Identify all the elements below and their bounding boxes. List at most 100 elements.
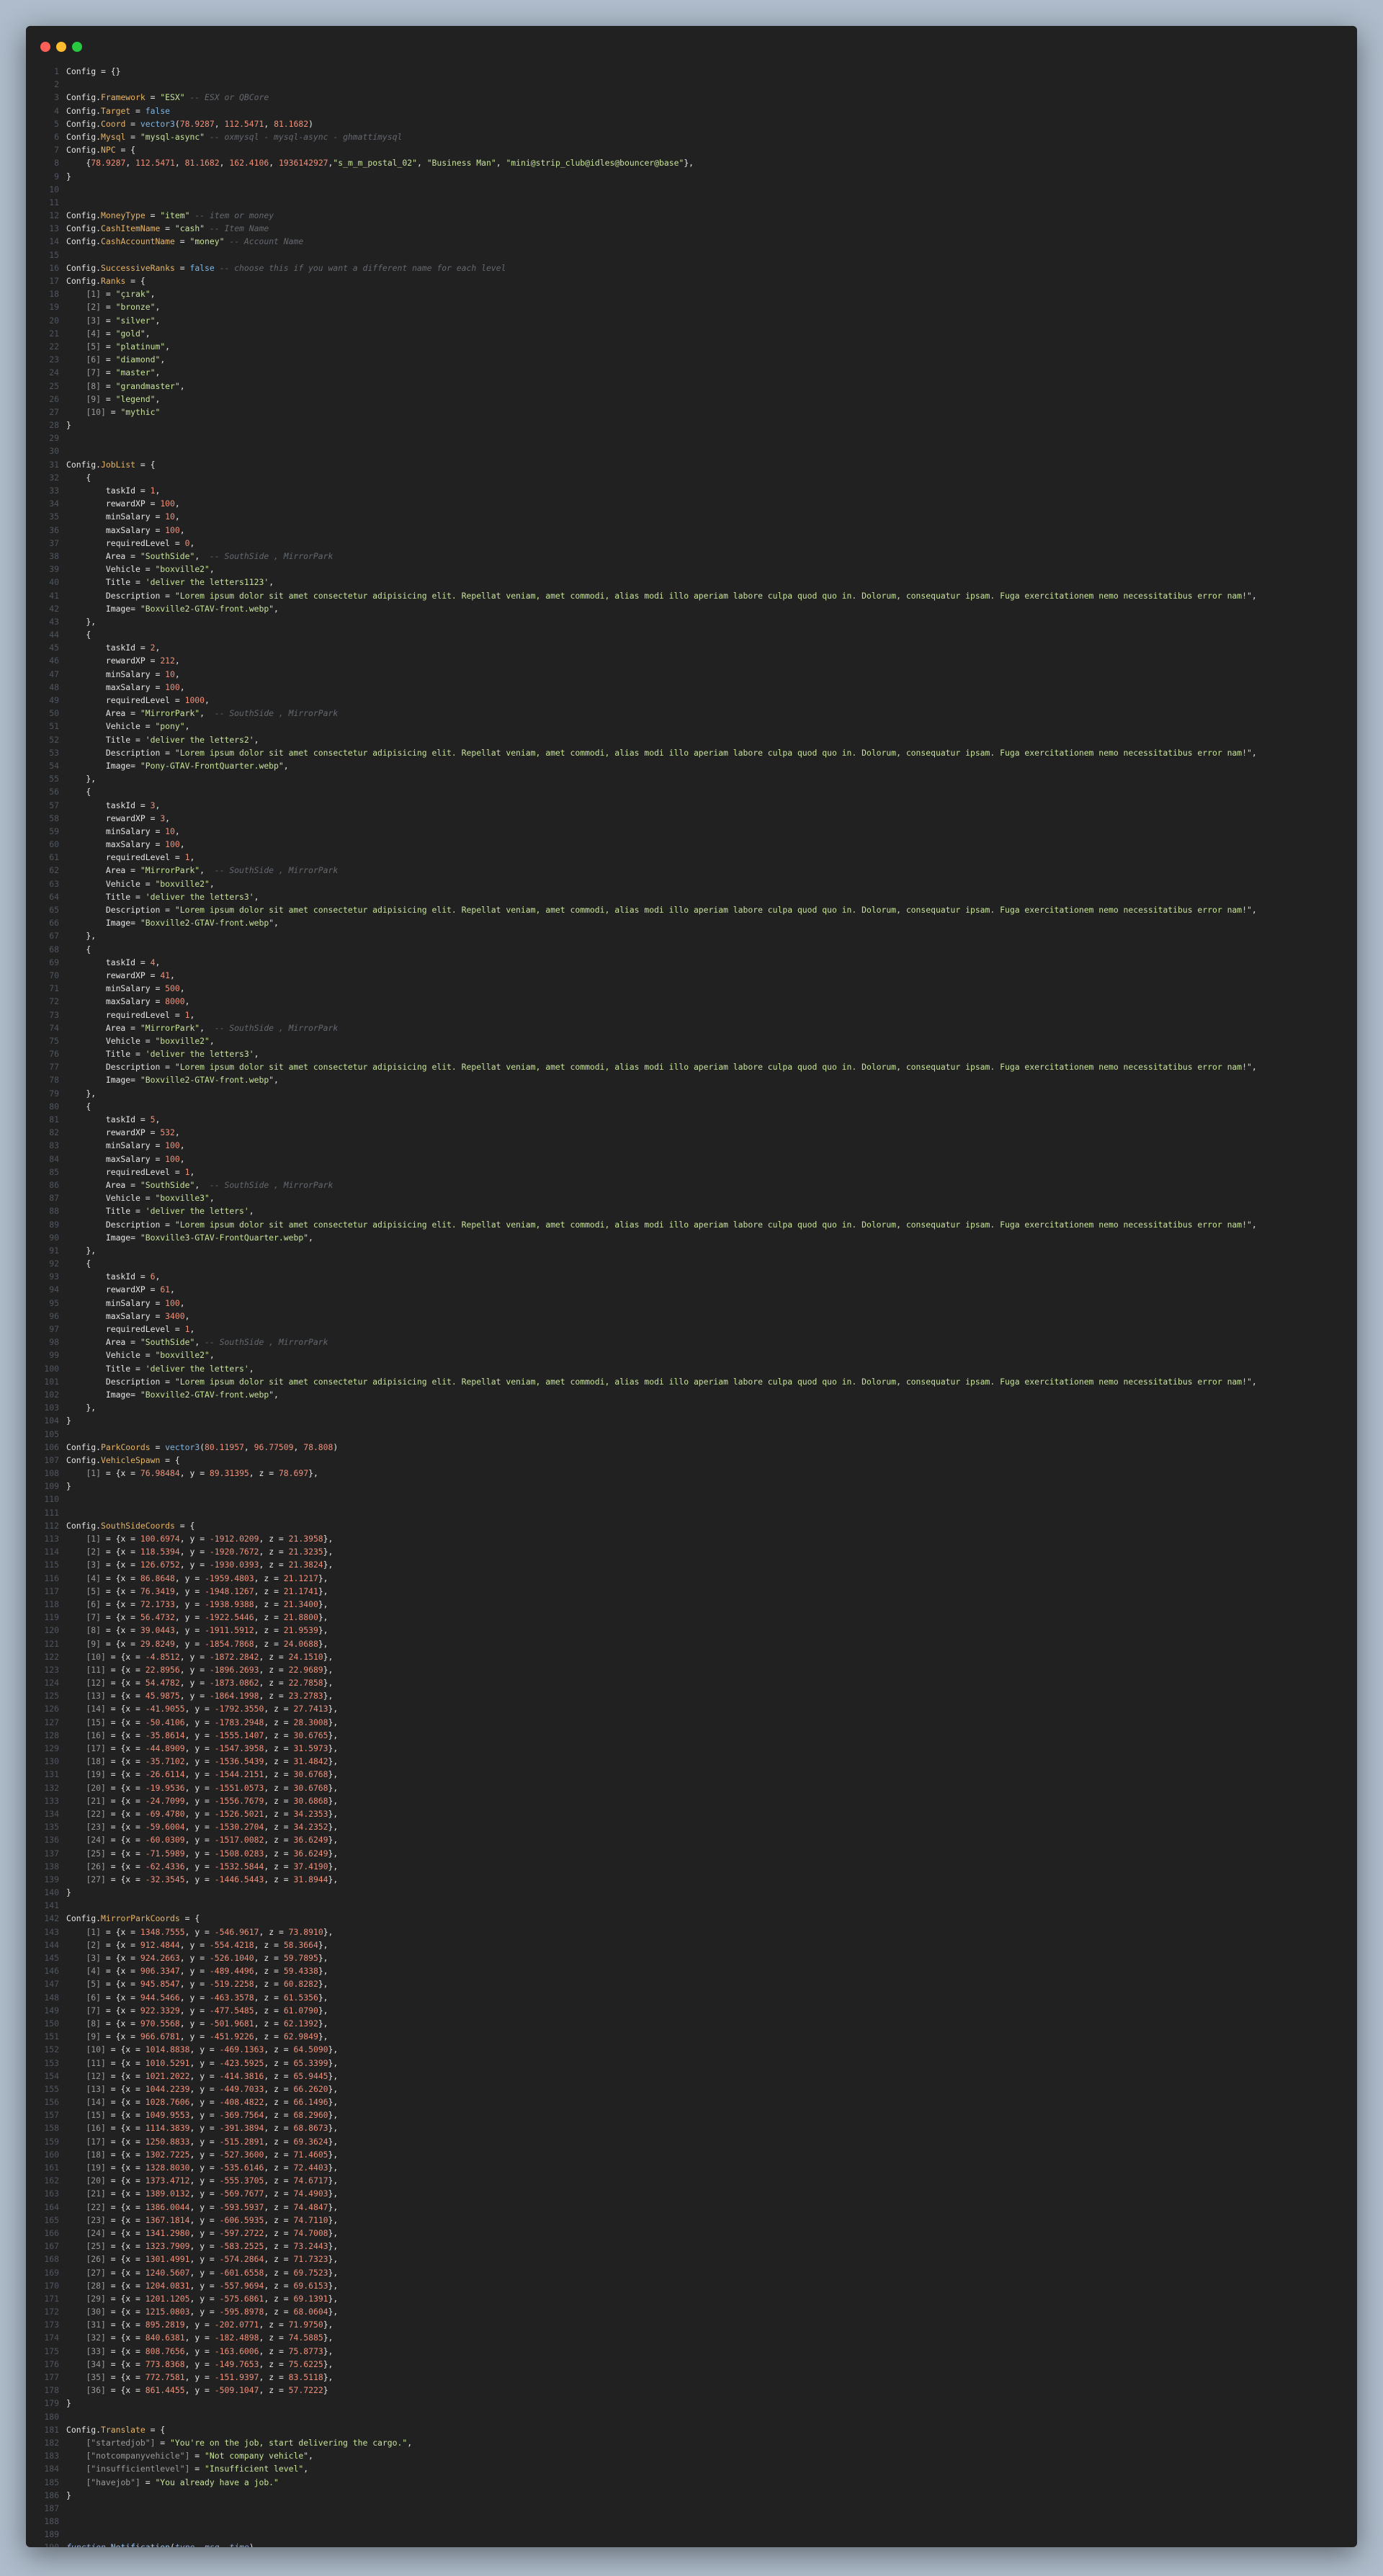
code-token: Mysql: [101, 131, 126, 142]
code-token: "boxville2": [155, 1350, 210, 1361]
code-token: , y =: [189, 2214, 220, 2225]
line-number: 91: [49, 1245, 59, 1256]
code-line: 145 [3] = {x = 924.2663, y = -526.1040, …: [26, 1951, 1357, 1964]
code-line: 104}: [26, 1414, 1357, 1427]
code-token: 1301.4991: [145, 2254, 190, 2265]
code-token: [22]: [86, 2201, 106, 2212]
line-number: 125: [44, 1691, 59, 1701]
code-token: ,: [155, 643, 161, 653]
code-token: -1920.7672: [209, 1547, 259, 1557]
code-token: "boxville2": [155, 1035, 210, 1046]
code-token: 922.3329: [140, 2005, 180, 2016]
code-text: minSalary = 10,: [66, 669, 180, 679]
line-number: 99: [49, 1350, 59, 1361]
code-line: 6 Config.Mysql = "mysql-async" -- oxmysql…: [26, 130, 1357, 143]
code-token: -597.2722: [219, 2227, 264, 2238]
code-text: [1] = {x = 1348.7555, y = -546.9617, z =…: [66, 1927, 333, 1937]
code-token: [18]: [86, 2149, 106, 2160]
code-token: -50.4106: [145, 1717, 185, 1727]
code-text: Config.CashItemName = "cash" -- Item Nam…: [66, 223, 269, 233]
code-line: 12 Config.MoneyType = "item" -- item or m…: [26, 209, 1357, 222]
code-text: [6] = {x = 72.1733, y = -1938.9388, z = …: [66, 1599, 328, 1609]
code-token: , z =: [264, 2057, 294, 2068]
code-token: [2]: [86, 302, 102, 313]
code-token: -583.2525: [219, 2241, 264, 2252]
code-token: -- SouthSide , MirrorPark: [200, 550, 334, 561]
code-token: -526.1040: [209, 1953, 254, 1963]
code-text: {: [66, 1101, 91, 1112]
code-token: },: [328, 2136, 339, 2147]
code-token: },: [328, 1769, 339, 1780]
maximize-button[interactable]: [72, 42, 82, 52]
code-line: 137 [25] = {x = -71.5989, y = -1508.0283…: [26, 1847, 1357, 1860]
code-token: 45.9875: [145, 1691, 180, 1701]
code-line: 85 requiredLevel = 1,: [26, 1166, 1357, 1179]
code-line: 162 [20] = {x = 1373.4712, y = -555.3705…: [26, 2174, 1357, 2187]
code-token: , y =: [189, 2293, 220, 2304]
code-token: {: [66, 1101, 91, 1112]
code-token: = {x =: [105, 1756, 146, 1767]
code-token: Title =: [66, 1206, 146, 1217]
code-line: 63 Vehicle = "boxville2",: [26, 877, 1357, 890]
code-token: ,: [194, 2542, 205, 2547]
code-token: = {: [160, 1454, 180, 1465]
line-number: 161: [44, 2163, 59, 2173]
code-area[interactable]: 1 Config = {} 2 3 Config.Framework = "ESX" -…: [26, 65, 1357, 2547]
close-button[interactable]: [40, 42, 50, 52]
code-token: msg: [205, 2542, 220, 2547]
code-token: 64.5090: [293, 2044, 328, 2055]
code-line: 136 [24] = {x = -60.0309, y = -1517.0082…: [26, 1833, 1357, 1846]
code-token: = {: [125, 276, 146, 286]
code-token: },: [66, 1088, 97, 1099]
code-token: Title =: [66, 1049, 146, 1060]
code-token: 21.1217: [283, 1573, 318, 1583]
code-token: -574.2864: [219, 2254, 264, 2265]
code-token: 1323.7909: [145, 2241, 190, 2252]
code-token: "boxville2": [155, 564, 210, 575]
code-line: 159 [17] = {x = 1250.8833, y = -515.2891…: [26, 2135, 1357, 2148]
code-line: 185 ["havejob"] = "You already have a jo…: [26, 2476, 1357, 2489]
code-token: , y =: [189, 2110, 220, 2121]
minimize-button[interactable]: [56, 42, 66, 52]
line-number: 13: [49, 223, 59, 234]
code-token: [6]: [86, 1992, 102, 2003]
code-token: ,: [165, 341, 171, 352]
code-token: 69.7523: [293, 2267, 328, 2278]
code-token: "boxville3": [155, 1193, 210, 1204]
code-line: 157 [15] = {x = 1049.9553, y = -369.7564…: [26, 2108, 1357, 2121]
code-token: =: [101, 380, 116, 391]
code-token: 72.1733: [140, 1598, 175, 1609]
code-line: 153 [11] = {x = 1010.5291, y = -423.5925…: [26, 2057, 1357, 2070]
code-text: ["notcompanyvehicle"] = "Not company veh…: [66, 2451, 313, 2461]
code-token: },: [328, 2280, 339, 2291]
code-token: , z =: [259, 1651, 289, 1662]
code-token: 100: [165, 1153, 180, 1164]
code-token: 31.5973: [293, 1743, 328, 1753]
code-text: function Notification(type, msg, time): [66, 2542, 254, 2547]
code-token: ,: [174, 1127, 180, 1138]
code-token: -202.0771: [214, 2320, 259, 2330]
code-token: requiredLevel =: [66, 537, 185, 548]
code-token: -- Account Name: [224, 236, 304, 247]
code-line: 181 Config.Translate = {: [26, 2423, 1357, 2436]
code-token: requiredLevel =: [66, 852, 185, 863]
line-number: 110: [44, 1494, 59, 1505]
code-token: },: [328, 2254, 339, 2265]
code-token: , y =: [179, 1651, 210, 1662]
code-line: 48 maxSalary = 100,: [26, 681, 1357, 694]
code-token: -1792.3550: [214, 1704, 264, 1714]
code-token: 21.3824: [288, 1560, 323, 1570]
code-token: false: [145, 105, 171, 116]
code-line: 45 taskId = 2,: [26, 641, 1357, 654]
code-token: minSalary =: [66, 1140, 166, 1151]
code-token: , z =: [259, 2372, 289, 2382]
code-token: =: [125, 118, 140, 129]
code-token: ,: [254, 891, 259, 902]
code-text: maxSalary = 100,: [66, 682, 185, 692]
code-token: = {x =: [101, 1992, 140, 2003]
code-line: 176 [34] = {x = 773.8368, y = -149.7653,…: [26, 2358, 1357, 2371]
